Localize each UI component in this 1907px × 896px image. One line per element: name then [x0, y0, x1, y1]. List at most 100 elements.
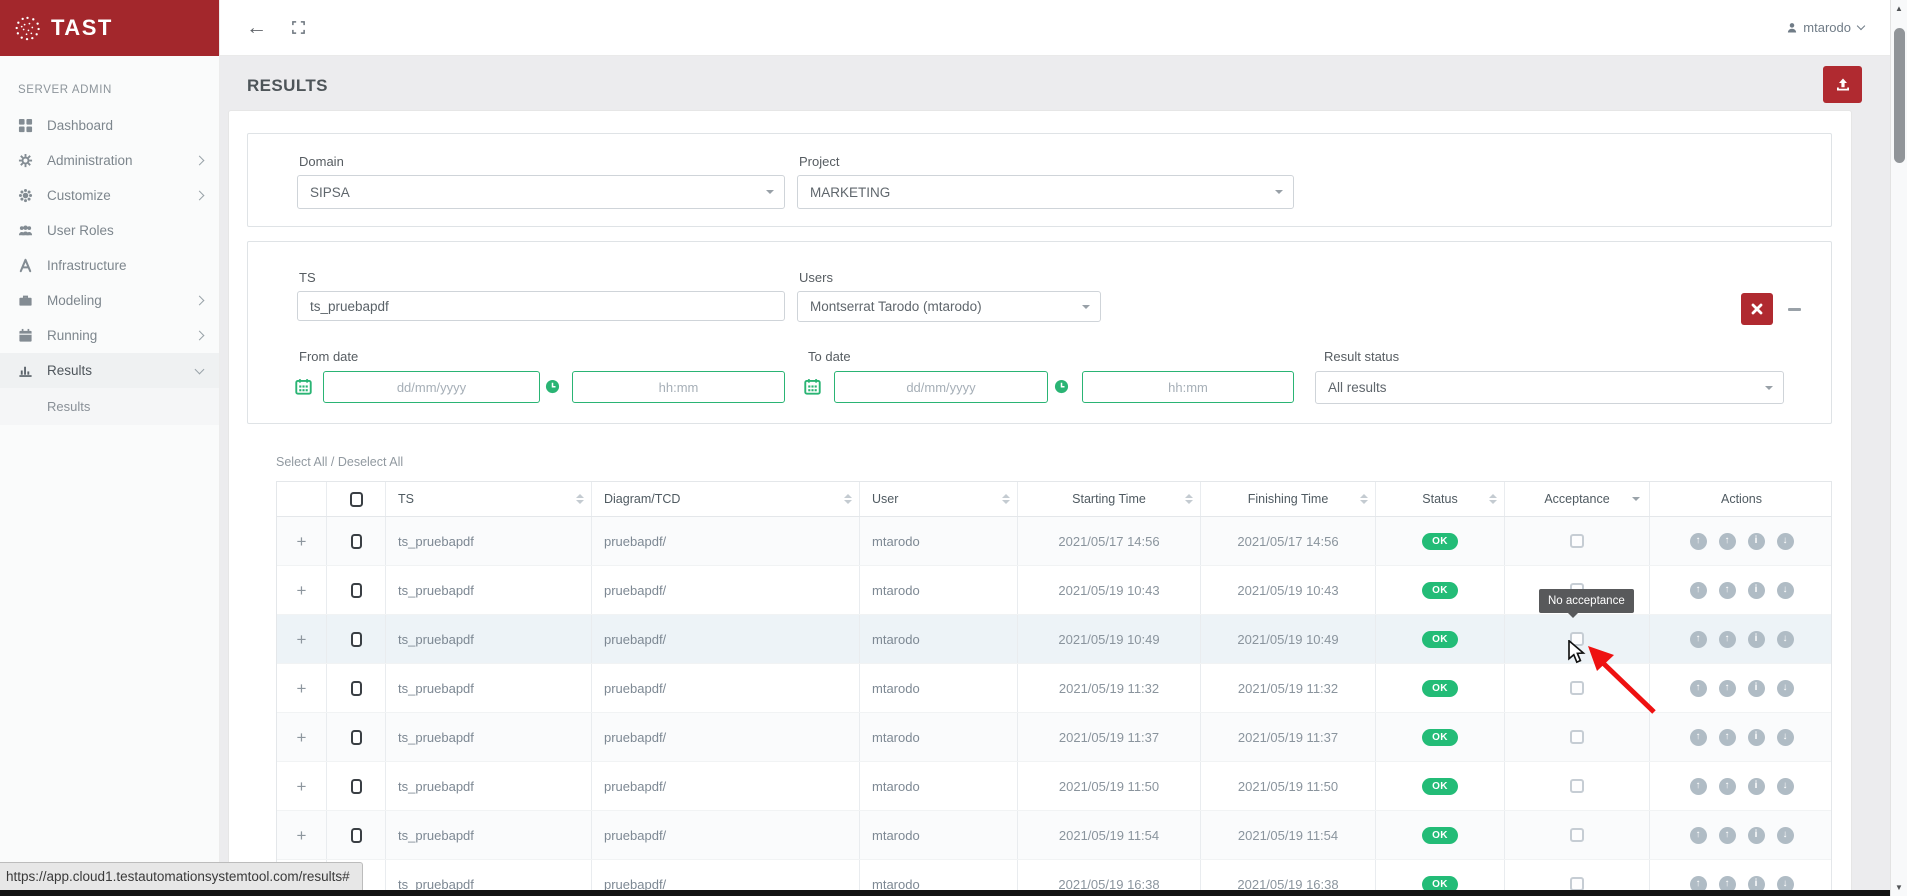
fullscreen-icon[interactable] — [291, 20, 306, 35]
expand-row-button[interactable]: + — [297, 827, 307, 844]
row-checkbox[interactable] — [351, 779, 362, 794]
expand-row-button[interactable]: + — [297, 631, 307, 648]
scroll-down-button[interactable]: ▼ — [1891, 879, 1907, 896]
expand-row-button[interactable]: + — [297, 582, 307, 599]
filter-caret-icon[interactable] — [1632, 497, 1640, 501]
acceptance-checkbox[interactable] — [1570, 730, 1584, 744]
move-up-icon[interactable]: ↑ — [1690, 631, 1707, 648]
sort-icon[interactable] — [1002, 494, 1010, 504]
upload-icon[interactable]: ↑ — [1719, 680, 1736, 697]
calendar-picker-icon[interactable] — [295, 378, 312, 395]
from-time-input[interactable] — [572, 371, 785, 403]
row-checkbox[interactable] — [351, 632, 362, 647]
move-up-icon[interactable]: ↑ — [1690, 680, 1707, 697]
sidebar-item-administration[interactable]: Administration — [0, 143, 219, 178]
vertical-scrollbar[interactable]: ▲ ▼ — [1890, 0, 1907, 896]
row-checkbox[interactable] — [351, 534, 362, 549]
scrollbar-thumb[interactable] — [1894, 28, 1905, 163]
col-diagram-header: Diagram/TCD — [592, 482, 860, 516]
upload-icon[interactable]: ↑ — [1719, 729, 1736, 746]
calendar-picker-icon[interactable] — [804, 378, 821, 395]
row-checkbox[interactable] — [351, 730, 362, 745]
acceptance-checkbox[interactable] — [1570, 779, 1584, 793]
download-icon[interactable]: ↓ — [1777, 582, 1794, 599]
info-icon[interactable]: i — [1748, 680, 1765, 697]
sidebar-item-running[interactable]: Running — [0, 318, 219, 353]
sort-icon[interactable] — [1360, 494, 1368, 504]
sort-icon[interactable] — [1489, 494, 1497, 504]
move-up-icon[interactable]: ↑ — [1690, 533, 1707, 550]
users-value: Montserrat Tarodo (mtarodo) — [810, 299, 982, 314]
status-badge: OK — [1422, 582, 1458, 599]
move-up-icon[interactable]: ↑ — [1690, 729, 1707, 746]
acceptance-checkbox[interactable] — [1570, 877, 1584, 891]
domain-select[interactable]: SIPSA — [297, 175, 785, 209]
info-icon[interactable]: i — [1748, 827, 1765, 844]
upload-icon[interactable]: ↑ — [1719, 827, 1736, 844]
sidebar-subitem-results[interactable]: Results — [0, 388, 219, 425]
info-icon[interactable]: i — [1748, 778, 1765, 795]
result-status-select[interactable]: All results — [1315, 371, 1784, 404]
info-icon[interactable]: i — [1748, 533, 1765, 550]
project-select[interactable]: MARKETING — [797, 175, 1294, 209]
users-select[interactable]: Montserrat Tarodo (mtarodo) — [797, 291, 1101, 322]
remove-filter-row-icon[interactable] — [1788, 308, 1801, 311]
expand-row-button[interactable]: + — [297, 729, 307, 746]
briefcase-icon — [18, 293, 44, 308]
select-all-link[interactable]: Select All / Deselect All — [276, 455, 403, 469]
brand-header[interactable]: TAST — [0, 0, 219, 56]
chevron-icon — [195, 331, 205, 341]
clock-icon[interactable] — [545, 379, 560, 394]
acceptance-checkbox[interactable] — [1570, 828, 1584, 842]
sidebar-item-dashboard[interactable]: Dashboard — [0, 108, 219, 143]
back-arrow-icon[interactable]: ← — [246, 17, 267, 38]
ts-input[interactable] — [297, 291, 785, 321]
row-checkbox[interactable] — [351, 681, 362, 696]
sort-icon[interactable] — [576, 494, 584, 504]
upload-icon[interactable]: ↑ — [1719, 631, 1736, 648]
info-icon[interactable]: i — [1748, 582, 1765, 599]
sidebar-item-results[interactable]: Results — [0, 353, 219, 388]
download-icon[interactable]: ↓ — [1777, 631, 1794, 648]
expand-row-button[interactable]: + — [297, 533, 307, 550]
expand-row-button[interactable]: + — [297, 680, 307, 697]
move-up-icon[interactable]: ↑ — [1690, 778, 1707, 795]
upload-icon[interactable]: ↑ — [1719, 533, 1736, 550]
acceptance-checkbox[interactable] — [1570, 534, 1584, 548]
to-time-input[interactable] — [1082, 371, 1294, 403]
from-date-input[interactable] — [323, 371, 540, 403]
row-checkbox[interactable] — [351, 828, 362, 843]
select-caret-icon — [1275, 190, 1283, 194]
clear-filter-button[interactable] — [1741, 293, 1773, 325]
sort-icon[interactable] — [1185, 494, 1193, 504]
user-menu[interactable]: mtarodo — [1786, 20, 1864, 35]
row-checkbox[interactable] — [351, 583, 362, 598]
expand-row-button[interactable]: + — [297, 778, 307, 795]
clock-icon[interactable] — [1054, 379, 1069, 394]
scroll-up-button[interactable]: ▲ — [1891, 0, 1907, 17]
to-date-input[interactable] — [834, 371, 1048, 403]
download-icon[interactable]: ↓ — [1777, 729, 1794, 746]
download-icon[interactable]: ↓ — [1777, 533, 1794, 550]
sort-icon[interactable] — [844, 494, 852, 504]
upload-icon[interactable]: ↑ — [1719, 778, 1736, 795]
sidebar-item-modeling[interactable]: Modeling — [0, 283, 219, 318]
sidebar-item-label: Administration — [44, 153, 196, 168]
download-icon[interactable]: ↓ — [1777, 778, 1794, 795]
download-icon[interactable]: ↓ — [1777, 827, 1794, 844]
sidebar-item-label: Results — [44, 363, 196, 378]
info-icon[interactable]: i — [1748, 631, 1765, 648]
sidebar-item-customize[interactable]: Customize — [0, 178, 219, 213]
upload-results-button[interactable] — [1823, 66, 1862, 103]
sidebar-item-label: Running — [44, 328, 196, 343]
sidebar-item-user-roles[interactable]: User Roles — [0, 213, 219, 248]
download-icon[interactable]: ↓ — [1777, 680, 1794, 697]
move-up-icon[interactable]: ↑ — [1690, 582, 1707, 599]
upload-icon[interactable]: ↑ — [1719, 582, 1736, 599]
info-icon[interactable]: i — [1748, 729, 1765, 746]
select-all-checkbox[interactable] — [350, 492, 363, 507]
sidebar-item-infrastructure[interactable]: Infrastructure — [0, 248, 219, 283]
grid-icon — [18, 118, 44, 133]
acceptance-checkbox[interactable] — [1570, 681, 1584, 695]
move-up-icon[interactable]: ↑ — [1690, 827, 1707, 844]
